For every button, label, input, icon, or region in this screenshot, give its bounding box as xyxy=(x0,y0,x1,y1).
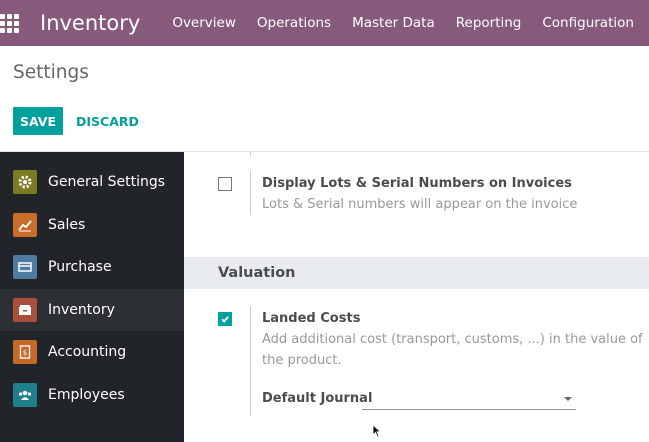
sidebar-item-label: Purchase xyxy=(48,259,112,275)
sidebar-item-label: Sales xyxy=(48,217,86,233)
menu-reporting[interactable]: Reporting xyxy=(456,15,522,31)
main-menu: Overview Operations Master Data Reportin… xyxy=(172,15,649,31)
sidebar-item-general-settings[interactable]: General Settings xyxy=(0,161,184,203)
mouse-cursor-icon xyxy=(372,424,382,438)
lots-invoice-checkbox[interactable] xyxy=(218,177,232,191)
check-icon xyxy=(221,316,229,323)
menu-master-data[interactable]: Master Data xyxy=(352,15,435,31)
sidebar-item-sales[interactable]: Sales xyxy=(0,204,184,246)
sidebar-item-label: Employees xyxy=(48,387,125,403)
sidebar-item-inventory[interactable]: Inventory xyxy=(0,289,184,331)
sidebar-item-label: General Settings xyxy=(48,174,166,190)
divider xyxy=(250,171,251,215)
sidebar-item-accounting[interactable]: $ Accounting xyxy=(0,331,184,373)
menu-operations[interactable]: Operations xyxy=(257,15,331,31)
app-title[interactable]: Inventory xyxy=(40,11,140,35)
control-panel: Settings SAVE DISCARD xyxy=(0,46,649,152)
landed-costs-title: Landed Costs xyxy=(262,311,361,326)
settings-content: Display Lots & Serial Numbers on Invoice… xyxy=(184,152,649,442)
card-icon xyxy=(13,255,37,279)
sidebar-item-label: Accounting xyxy=(48,344,127,360)
landed-costs-description: Add additional cost (transport, customs,… xyxy=(262,332,643,368)
save-button[interactable]: SAVE xyxy=(13,107,63,135)
divider xyxy=(250,152,251,156)
people-icon xyxy=(13,383,37,407)
default-journal-label: Default Journal xyxy=(262,391,373,406)
sidebar-item-employees[interactable]: Employees xyxy=(0,374,184,416)
discard-button[interactable]: DISCARD xyxy=(76,107,139,135)
gear-icon xyxy=(13,170,37,194)
breadcrumb: Settings xyxy=(13,62,89,83)
chart-icon xyxy=(13,213,37,237)
svg-text:$: $ xyxy=(23,349,27,357)
section-title: Valuation xyxy=(218,265,296,281)
caret-down-icon[interactable] xyxy=(564,397,572,401)
sidebar-item-label: Inventory xyxy=(48,302,115,318)
box-icon xyxy=(13,298,37,322)
invoice-icon: $ xyxy=(13,340,37,364)
apps-menu-icon[interactable] xyxy=(0,0,19,46)
divider xyxy=(250,306,251,416)
menu-overview[interactable]: Overview xyxy=(172,15,236,31)
top-navbar: Inventory Overview Operations Master Dat… xyxy=(0,0,649,46)
landed-costs-checkbox[interactable] xyxy=(218,312,232,326)
menu-configuration[interactable]: Configuration xyxy=(542,15,634,31)
settings-sidebar: General Settings Sales Purchase Inventor… xyxy=(0,152,184,442)
sidebar-item-purchase[interactable]: Purchase xyxy=(0,246,184,288)
section-header-valuation: Valuation xyxy=(184,257,649,289)
lots-invoice-description: Lots & Serial numbers will appear on the… xyxy=(262,197,578,212)
lots-invoice-title: Display Lots & Serial Numbers on Invoice… xyxy=(262,176,572,191)
default-journal-select[interactable] xyxy=(362,388,576,410)
